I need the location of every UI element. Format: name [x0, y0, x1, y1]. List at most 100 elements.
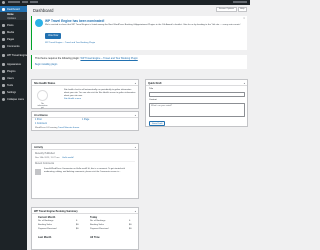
page-title: Dashboard	[33, 8, 54, 13]
widget-toggle-icon[interactable]: ▴	[135, 210, 136, 213]
notice-title: WP Travel Engine has been nominated!	[45, 19, 105, 23]
booking-value: $0	[76, 228, 79, 230]
required-plugin-actions: Begin installing plugin	[31, 62, 247, 69]
widget-toggle-icon[interactable]: ▴	[135, 146, 136, 149]
admin-bar	[0, 0, 250, 5]
sidebar-item-media[interactable]: Media	[0, 29, 27, 35]
widget-toggle-icon[interactable]: ▴	[244, 82, 245, 85]
required-plugin-text: This theme requires the following plugin…	[35, 57, 80, 60]
booking-value: $0	[129, 224, 132, 226]
draft-content-textarea[interactable]: What's on your mind?	[149, 103, 245, 117]
widget-title: Quick Draft	[148, 81, 162, 85]
screen-meta-links: Screen Options Help	[216, 7, 247, 12]
page-icon	[2, 37, 5, 41]
dashboard-icon	[2, 7, 5, 11]
booking-value: 0	[76, 220, 78, 222]
sidebar-item-wp-travel-engine[interactable]: WP Travel Engine	[0, 52, 27, 58]
content-label: Content	[149, 99, 157, 101]
admin-bar-comments[interactable]	[22, 1, 28, 3]
widget-toggle-icon[interactable]: ▴	[135, 114, 136, 117]
user-icon	[2, 76, 5, 80]
booking-label: No. of Bookings	[90, 220, 106, 222]
sidebar-item-comments[interactable]: Comments	[0, 43, 27, 49]
travel-engine-logo-icon	[35, 19, 43, 27]
required-plugin-notice: This theme requires the following plugin…	[31, 55, 247, 62]
widget-title: Site Health Status	[34, 81, 56, 85]
media-icon	[2, 30, 5, 34]
booking-summary-widget: WP Travel Engine Booking Summary ▴ Curren…	[31, 207, 139, 250]
widget-title: Activity	[34, 145, 44, 149]
health-status-circle	[37, 90, 48, 101]
booking-label: Payment Received	[90, 228, 109, 230]
widget-title: At a Glance	[34, 113, 48, 117]
comment-icon	[2, 44, 5, 48]
recent-comment[interactable]: From A WordPress Commenter on Hello worl…	[44, 168, 134, 174]
notice-body: We're excited to share that WP Travel En…	[45, 24, 241, 26]
current-month-heading: Current Month	[38, 216, 56, 219]
theme-link[interactable]: Travel Monster theme.	[58, 127, 80, 129]
title-label: Title	[149, 88, 154, 90]
booking-label: Payment Received	[38, 228, 57, 230]
sidebar-subitem-updates[interactable]: Updates	[0, 16, 27, 20]
settings-icon	[2, 90, 5, 94]
avatar	[35, 169, 41, 175]
sidebar-item-posts[interactable]: Posts	[0, 22, 27, 28]
widget-title: WP Travel Engine Booking Summary	[34, 209, 78, 213]
health-status-label: No information yet	[37, 103, 48, 109]
wordpress-logo-icon[interactable]	[2, 1, 5, 4]
vote-now-button[interactable]: Vote Now	[45, 33, 62, 39]
screen-options-tab[interactable]: Screen Options	[216, 7, 237, 12]
divider	[35, 161, 135, 162]
at-a-glance-widget: At a Glance ▴ 1 Post 1 Page 1 Comment Wor…	[31, 111, 139, 131]
nomination-notice: × WP Travel Engine has been nominated! W…	[31, 16, 247, 50]
last-month-heading: Last Month	[38, 236, 52, 239]
sidebar-item-tools[interactable]: Tools	[0, 82, 27, 88]
booking-label: Booking Sales	[38, 224, 52, 226]
booking-label: Booking Sales	[90, 224, 104, 226]
quick-draft-widget: Quick Draft ▴ Title Content What's on you…	[145, 79, 248, 127]
booking-value: 0	[129, 220, 131, 222]
health-description: Site health checks will automatically ru…	[64, 89, 136, 97]
all-time-heading: All Time	[90, 236, 100, 239]
recent-comments-label: Recent Comments	[35, 163, 55, 165]
admin-bar-account[interactable]	[233, 1, 247, 3]
published-post-link[interactable]: Hello world!	[62, 157, 73, 159]
widget-toggle-icon[interactable]: ▴	[135, 82, 136, 85]
sidebar-item-plugins[interactable]: Plugins	[0, 68, 27, 74]
collapse-icon	[2, 97, 5, 101]
today-heading: Today	[90, 216, 98, 219]
booking-label: No. of Bookings	[38, 220, 54, 222]
travel-engine-icon	[2, 53, 5, 57]
begin-installing-link[interactable]: Begin installing plugin	[35, 64, 57, 67]
glance-comments[interactable]: 1 Comment	[35, 123, 47, 126]
sidebar-item-pages[interactable]: Pages	[0, 36, 27, 42]
sidebar-item-settings[interactable]: Settings	[0, 89, 27, 95]
pin-icon	[2, 23, 5, 27]
glance-posts[interactable]: 1 Post	[35, 119, 42, 122]
dismiss-icon[interactable]: ×	[243, 17, 245, 20]
glance-footer: WordPress 6.8 running	[35, 127, 58, 129]
admin-bar-new[interactable]	[30, 1, 38, 3]
admin-sidebar: Dashboard Home Updates Posts Media Pages…	[0, 5, 27, 250]
booking-value: $0	[76, 224, 79, 226]
plugin-link[interactable]: WP Travel Engine – Travel and Tour Booki…	[45, 42, 95, 45]
booking-value: $0	[129, 228, 132, 230]
plug-icon	[2, 69, 5, 73]
site-health-widget: Site Health Status ▴ No information yet S…	[31, 79, 139, 109]
published-item: Nov 18th 2023, 11:27 am Hello world!	[35, 157, 74, 160]
help-tab[interactable]: Help	[237, 7, 247, 12]
sidebar-item-appearance[interactable]: Appearance	[0, 61, 27, 67]
admin-bar-site-name[interactable]	[8, 1, 20, 3]
sidebar-collapse[interactable]: Collapse menu	[0, 96, 27, 102]
required-plugin-link[interactable]: WP Travel Engine – Travel and Tour Booki…	[80, 57, 137, 60]
save-draft-button[interactable]: Save Draft	[149, 121, 166, 126]
recently-published-label: Recently Published	[35, 153, 55, 155]
site-health-link[interactable]: Site Health screen	[64, 98, 81, 100]
activity-widget: Activity ▴ Recently Published Nov 18th 20…	[31, 143, 139, 199]
published-date: Nov 18th 2023, 11:27 am	[35, 157, 60, 159]
glance-pages[interactable]: 1 Page	[82, 119, 89, 122]
sidebar-item-users[interactable]: Users	[0, 75, 27, 81]
draft-title-input[interactable]	[149, 92, 245, 97]
paintbrush-icon	[2, 62, 5, 66]
wrench-icon	[2, 83, 5, 87]
